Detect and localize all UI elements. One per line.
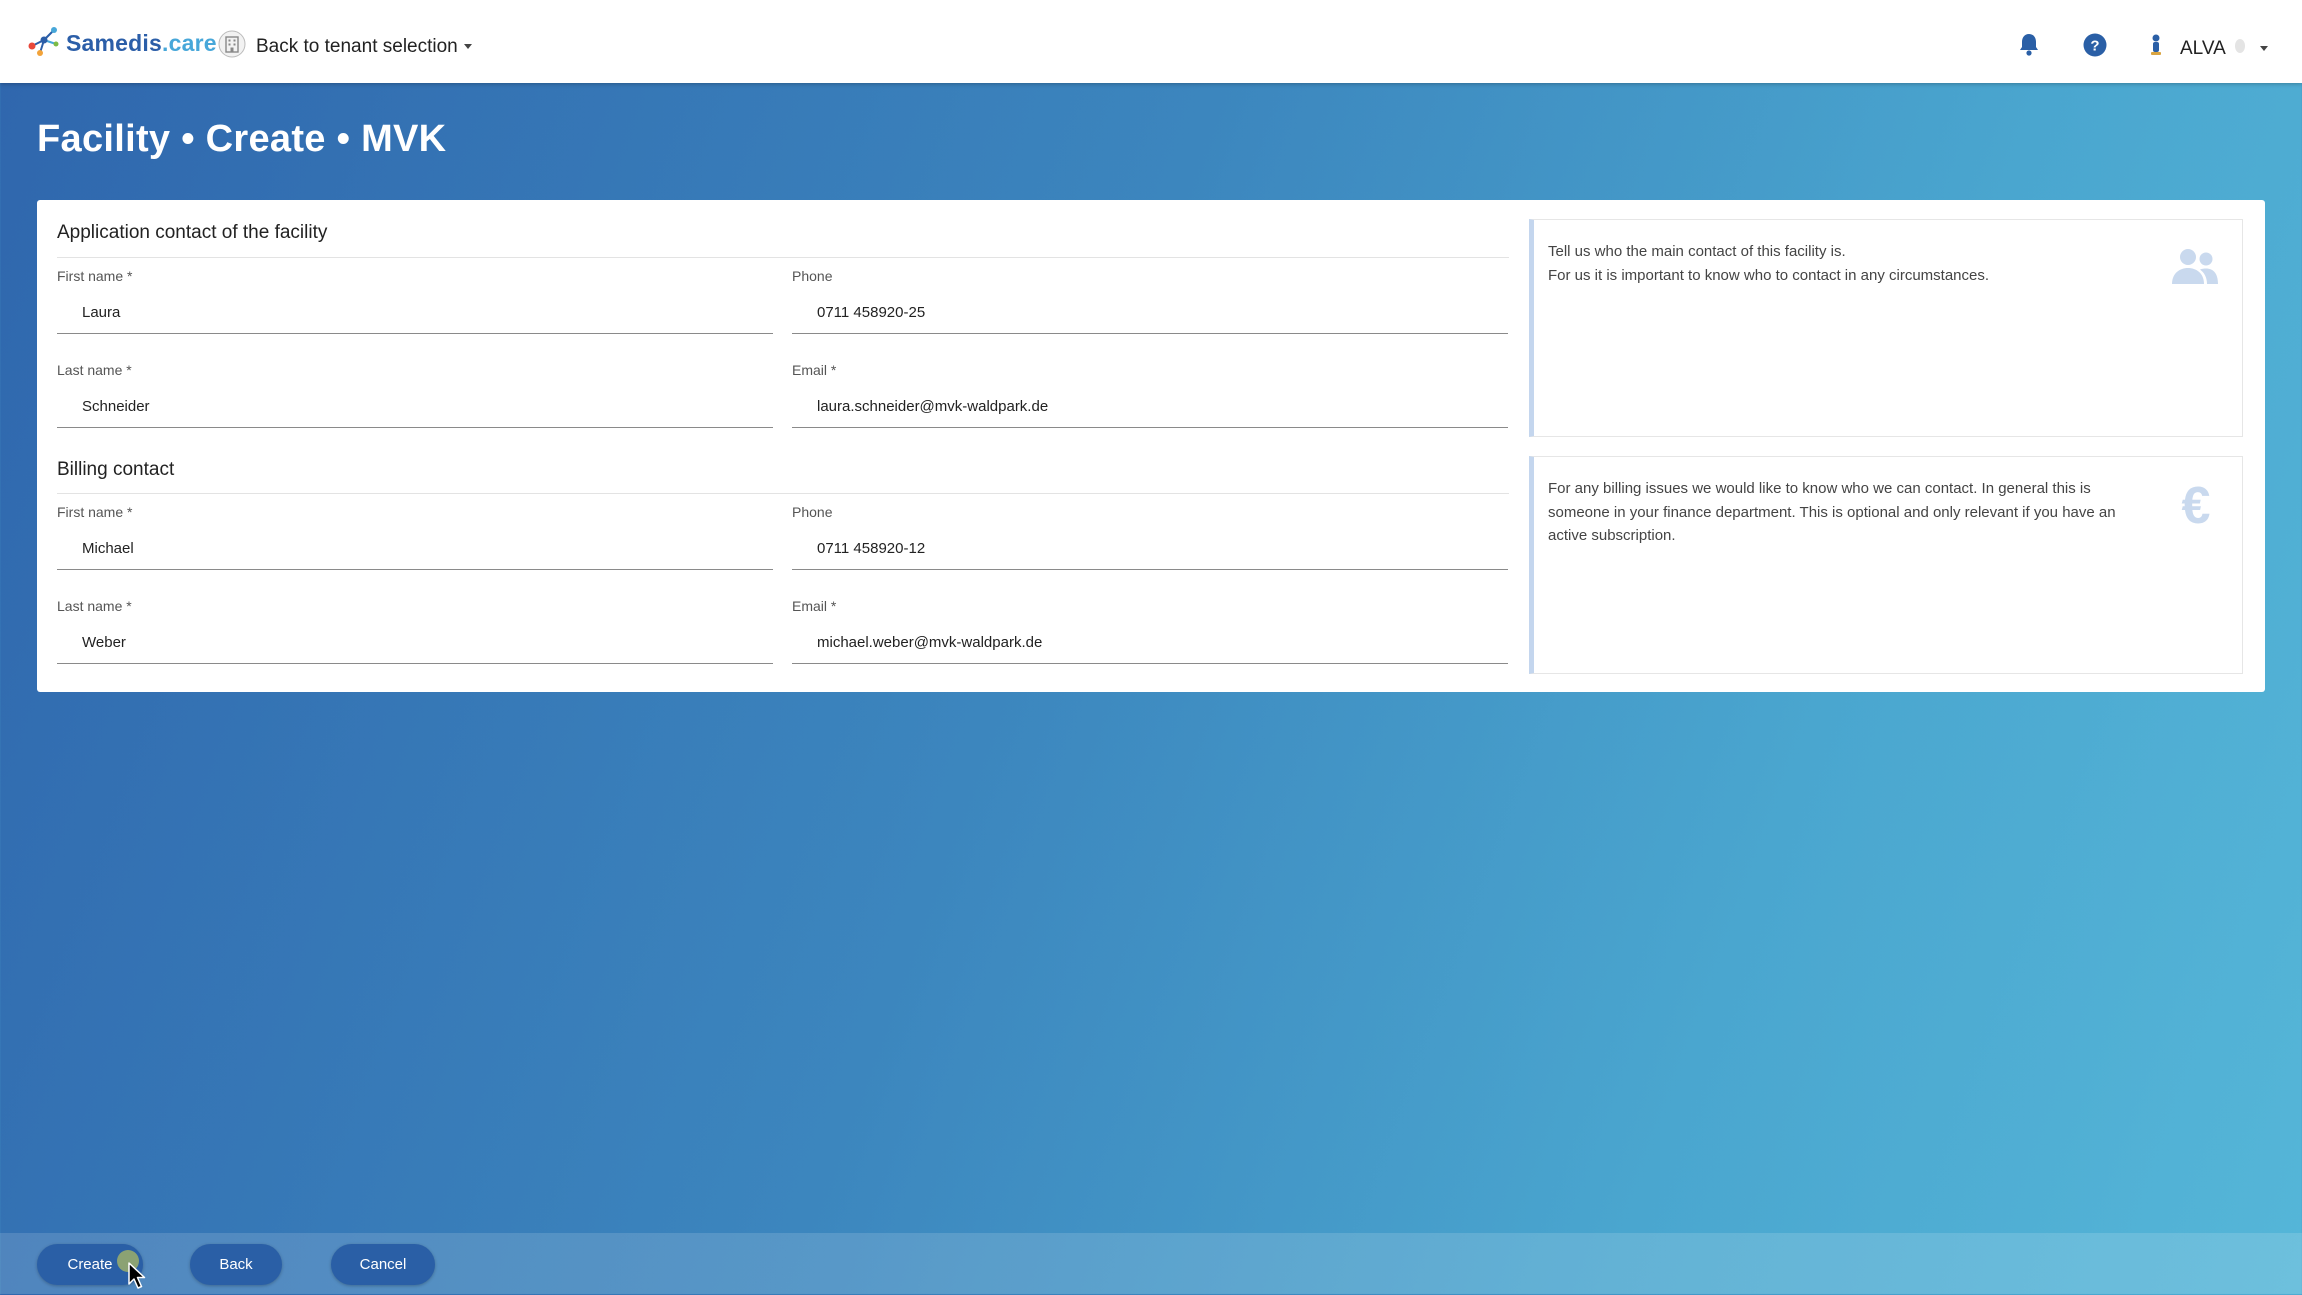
first-name-label: First name * <box>57 504 133 520</box>
last-name-input[interactable] <box>57 386 773 428</box>
first-name-input[interactable] <box>57 292 773 334</box>
brand-name: Samedis.care <box>66 30 217 56</box>
user-badge-icon <box>2148 33 2164 64</box>
email-input[interactable] <box>792 622 1508 664</box>
application-contact-heading: Application contact of the facility <box>57 222 328 243</box>
section-divider <box>57 493 1509 494</box>
samedis-logo-icon <box>26 26 60 61</box>
first-name-input[interactable] <box>57 528 773 570</box>
last-name-label: Last name * <box>57 598 132 614</box>
last-name-input[interactable] <box>57 622 773 664</box>
chevron-down-icon <box>463 44 472 49</box>
email-label: Email * <box>792 598 837 614</box>
create-button[interactable]: Create <box>37 1244 143 1285</box>
email-label: Email * <box>792 362 837 378</box>
info-text: For any billing issues we would like to … <box>1548 480 2116 544</box>
cancel-button[interactable]: Cancel <box>331 1244 435 1285</box>
phone-input[interactable] <box>792 292 1508 334</box>
chevron-down-icon <box>2259 46 2268 51</box>
svg-text:€: € <box>2182 481 2211 529</box>
user-menu[interactable]: ALVA <box>2148 33 2268 64</box>
tenant-selection-label: Back to tenant selection <box>256 35 458 57</box>
euro-icon: € <box>2172 477 2220 535</box>
user-avatar-icon <box>2234 38 2246 59</box>
section-divider <box>57 257 1509 258</box>
bell-icon[interactable] <box>2018 32 2040 61</box>
phone-label: Phone <box>792 268 833 284</box>
top-bar: Samedis.care Back to tenant selection ? <box>0 0 2302 83</box>
tenant-selection-link[interactable]: Back to tenant selection <box>218 30 472 63</box>
application-contact-info: Tell us who the main contact of this fac… <box>1529 219 2243 437</box>
billing-contact-heading: Billing contact <box>57 459 175 480</box>
email-input[interactable] <box>792 386 1508 428</box>
phone-label: Phone <box>792 504 833 520</box>
page-title: Facility • Create • MVK <box>37 118 447 160</box>
people-icon <box>2170 246 2220 291</box>
billing-contact-info: For any billing issues we would like to … <box>1529 456 2243 674</box>
last-name-label: Last name * <box>57 362 132 378</box>
info-line: For us it is important to know who to co… <box>1548 266 1990 284</box>
help-icon[interactable]: ? <box>2083 33 2107 62</box>
first-name-label: First name * <box>57 268 133 284</box>
building-icon <box>218 30 246 63</box>
svg-text:?: ? <box>2090 38 2099 55</box>
phone-input[interactable] <box>792 528 1508 570</box>
info-text: Tell us who the main contact of this fac… <box>1548 240 2138 287</box>
back-button[interactable]: Back <box>190 1244 282 1285</box>
info-line: Tell us who the main contact of this fac… <box>1548 243 1846 260</box>
logo[interactable]: Samedis.care <box>26 26 217 61</box>
user-name: ALVA <box>2180 37 2226 59</box>
facility-form-card: Application contact of the facility Firs… <box>37 200 2265 692</box>
